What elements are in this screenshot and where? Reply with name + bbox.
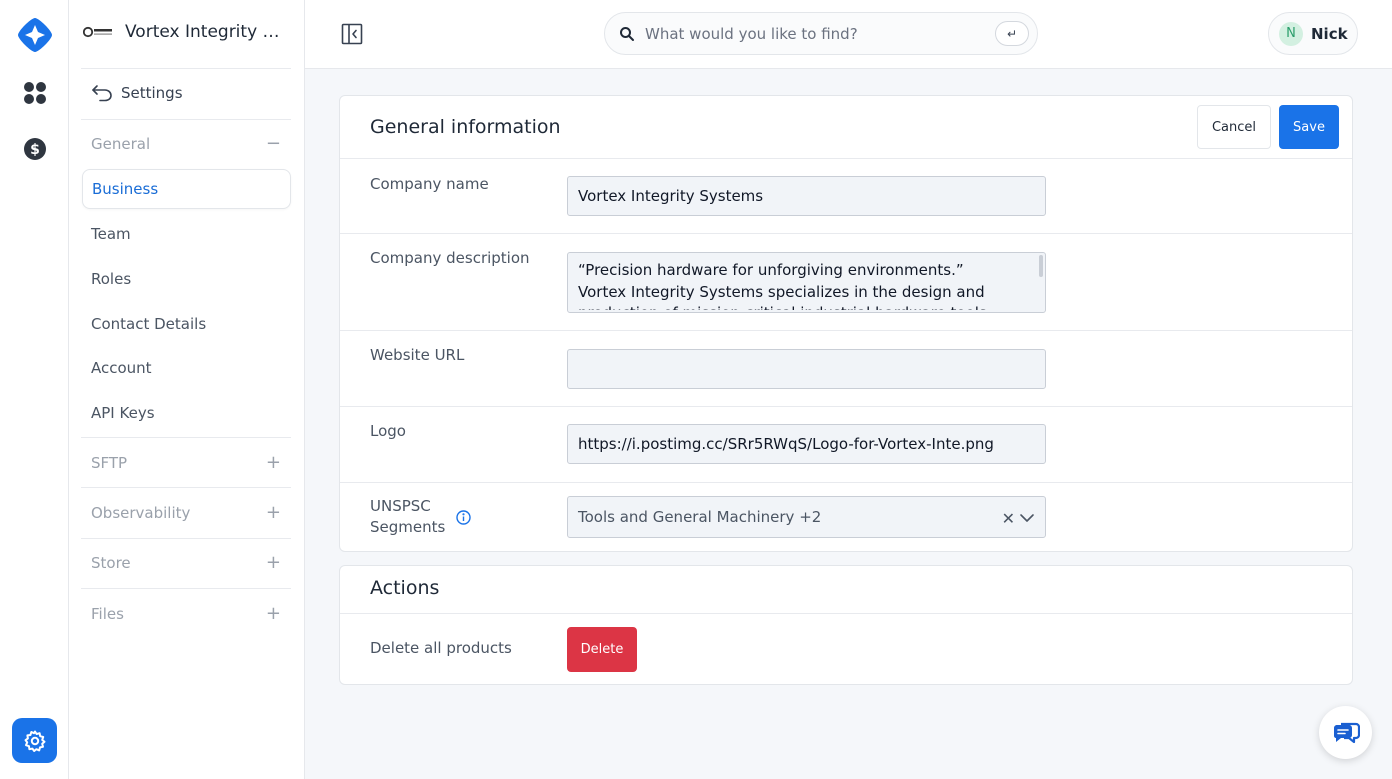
user-menu[interactable]: N Nick (1268, 12, 1358, 55)
apps-grid-icon[interactable] (22, 80, 48, 106)
dollar-circle-icon[interactable]: $ (22, 136, 48, 162)
unspsc-segments-select[interactable]: Tools and General Machinery +2 ✕ (567, 496, 1046, 538)
description-line: “Precision hardware for unforgiving envi… (578, 261, 964, 279)
divider (81, 588, 291, 589)
card-title: Actions (370, 577, 440, 599)
enter-key-icon[interactable]: ↵ (995, 21, 1029, 46)
org-logo-icon (83, 25, 115, 39)
avatar: N (1279, 21, 1303, 46)
unspsc-label-line: Segments (370, 518, 446, 536)
website-url-input[interactable] (567, 349, 1046, 389)
group-label: SFTP (91, 454, 128, 472)
icon-rail: $ (0, 0, 69, 779)
sidebar-item-contact-details[interactable]: Contact Details (91, 312, 206, 336)
general-information-card: General information Cancel Save Company … (339, 95, 1353, 552)
save-button[interactable]: Save (1279, 105, 1339, 149)
website-url-label: Website URL (370, 346, 465, 364)
collapse-icon[interactable]: − (266, 135, 281, 153)
card-title: General information (370, 116, 561, 138)
sidebar-item-roles[interactable]: Roles (91, 267, 131, 291)
sidebar-item-business[interactable]: Business (82, 169, 291, 209)
divider (340, 613, 1352, 614)
org-switcher[interactable]: Vortex Integrity Systems (83, 17, 293, 47)
expand-icon[interactable]: + (266, 454, 281, 472)
sidebar-item-team[interactable]: Team (91, 222, 131, 246)
user-name: Nick (1311, 24, 1348, 43)
back-to-settings[interactable]: Settings (91, 80, 183, 106)
description-line: Vortex Integrity Systems specializes in … (578, 282, 985, 301)
search-input[interactable] (645, 24, 985, 43)
divider (340, 158, 1352, 159)
expand-icon[interactable]: + (266, 554, 281, 572)
company-description-label: Company description (370, 249, 530, 267)
sidebar-item-api-keys[interactable]: API Keys (91, 401, 155, 425)
selected-segments: Tools and General Machinery +2 (578, 508, 822, 526)
group-files[interactable]: Files + (91, 602, 281, 626)
group-store[interactable]: Store + (91, 551, 281, 575)
divider (340, 330, 1352, 331)
diamond-logo-icon[interactable] (17, 17, 53, 53)
group-observability[interactable]: Observability + (91, 501, 281, 525)
back-label: Settings (121, 84, 183, 102)
delete-button[interactable]: Delete (567, 627, 637, 672)
divider (81, 119, 291, 120)
group-label: Files (91, 605, 124, 623)
back-arrow-icon (92, 85, 112, 102)
logo-url-input[interactable]: https://i.postimg.cc/SRr5RWqS/Logo-for-V… (567, 424, 1046, 464)
gear-icon (24, 730, 45, 752)
divider (340, 233, 1352, 234)
group-sftp[interactable]: SFTP + (91, 451, 281, 475)
unspsc-segments-label: UNSPSC Segments (370, 496, 445, 538)
delete-all-products-label: Delete all products (370, 639, 512, 657)
actions-card: Actions Delete all products Delete (339, 565, 1353, 685)
unspsc-label-line: UNSPSC (370, 497, 431, 515)
settings-sidebar: Vortex Integrity Systems Settings Genera… (69, 0, 305, 779)
textarea-scrollbar[interactable] (1039, 255, 1043, 277)
sidebar-item-label: Business (92, 180, 159, 198)
company-name-input[interactable]: Vortex Integrity Systems (567, 176, 1046, 216)
divider (340, 482, 1352, 483)
clear-icon[interactable]: ✕ (1002, 509, 1015, 528)
divider (81, 487, 291, 488)
info-icon[interactable] (456, 510, 471, 525)
divider (81, 538, 291, 539)
divider (81, 68, 291, 69)
group-label: General (91, 135, 151, 153)
chevron-down-icon[interactable] (1019, 510, 1035, 526)
org-name: Vortex Integrity Systems (125, 22, 285, 42)
settings-button[interactable] (12, 718, 57, 763)
chat-button[interactable] (1319, 706, 1372, 759)
group-general[interactable]: General − (91, 132, 281, 156)
group-label: Store (91, 554, 131, 572)
cancel-button[interactable]: Cancel (1197, 105, 1271, 149)
description-line: production of mission-critical industria… (578, 303, 1035, 310)
sidebar-item-account[interactable]: Account (91, 356, 152, 380)
search-bar[interactable]: ↵ (604, 12, 1038, 55)
chat-bubble-icon (1333, 722, 1360, 743)
logo-label: Logo (370, 422, 406, 440)
divider (340, 406, 1352, 407)
divider (81, 437, 291, 438)
svg-text:$: $ (30, 142, 40, 158)
expand-icon[interactable]: + (266, 504, 281, 522)
search-icon (620, 26, 634, 41)
company-description-textarea[interactable]: “Precision hardware for unforgiving envi… (567, 252, 1046, 313)
expand-icon[interactable]: + (266, 605, 281, 623)
group-label: Observability (91, 504, 191, 522)
company-name-label: Company name (370, 175, 489, 193)
sidebar-toggle-icon[interactable] (341, 23, 363, 45)
top-bar: ↵ N Nick (305, 0, 1392, 69)
